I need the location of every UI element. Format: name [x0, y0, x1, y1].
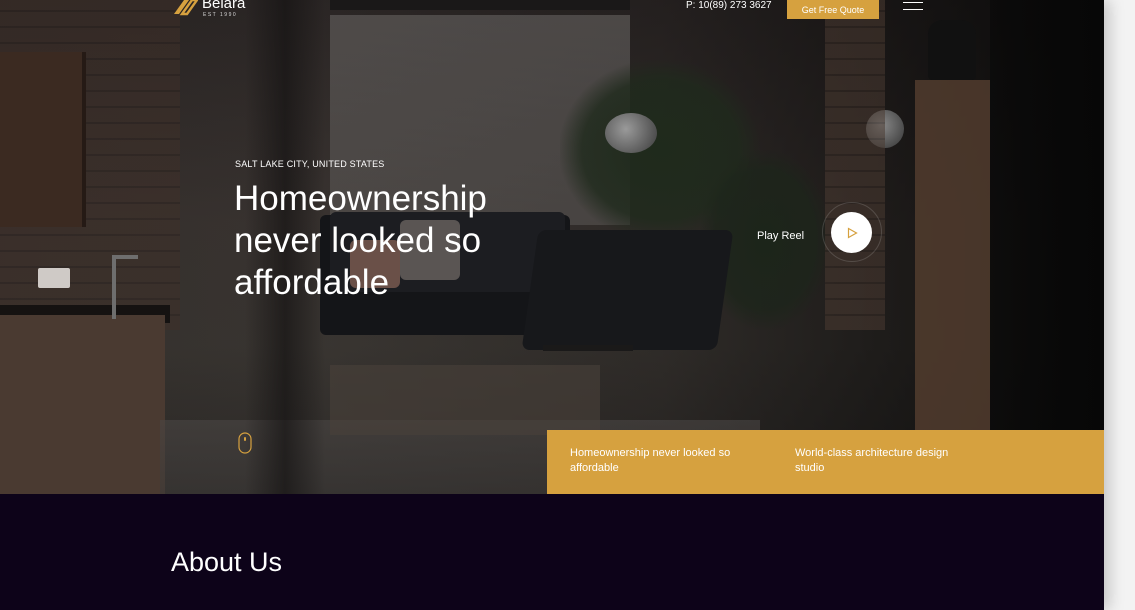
- hamburger-menu-icon[interactable]: [903, 0, 923, 12]
- hero-background-brick-pillar: [825, 0, 885, 330]
- hero-background-outlet: [38, 268, 70, 288]
- feature-item-2: World-class architecture design studio: [795, 447, 949, 474]
- logo-tagline: EST 1990: [203, 12, 238, 18]
- hero-background-cabinet: [915, 80, 990, 430]
- hero-background-chair: [521, 230, 734, 350]
- hero-background-window-frame: [330, 0, 630, 10]
- hero-background-shadow: [990, 0, 1104, 494]
- hero-section: Belara EST 1990 P: 10(89) 273 3627 Get F…: [0, 0, 1104, 494]
- hero-background-lamp: [605, 113, 657, 153]
- play-reel-label[interactable]: Play Reel: [757, 230, 804, 242]
- hero-background-vase: [928, 20, 976, 80]
- feature-item-1: Homeownership never looked so affordable: [570, 447, 731, 474]
- landing-page: Belara EST 1990 P: 10(89) 273 3627 Get F…: [0, 0, 1104, 610]
- logo-icon[interactable]: [172, 0, 198, 16]
- get-free-quote-button[interactable]: Get Free Quote: [787, 0, 879, 19]
- scroll-down-mouse-icon[interactable]: [238, 432, 252, 454]
- hero-title: Homeownership never looked so affordable: [234, 179, 487, 302]
- hero-background-table: [543, 345, 633, 421]
- phone-number[interactable]: P: 10(89) 273 3627: [686, 0, 772, 11]
- hero-background-faucet: [112, 255, 138, 319]
- play-icon: [847, 226, 858, 239]
- hero-location: SALT LAKE CITY, UNITED STATES: [235, 159, 385, 169]
- play-reel-button[interactable]: [831, 212, 872, 253]
- hero-background-counter: [0, 315, 165, 494]
- hero-background-shelf: [0, 52, 86, 227]
- about-us-heading: About Us: [171, 547, 283, 577]
- logo-name[interactable]: Belara: [202, 0, 245, 12]
